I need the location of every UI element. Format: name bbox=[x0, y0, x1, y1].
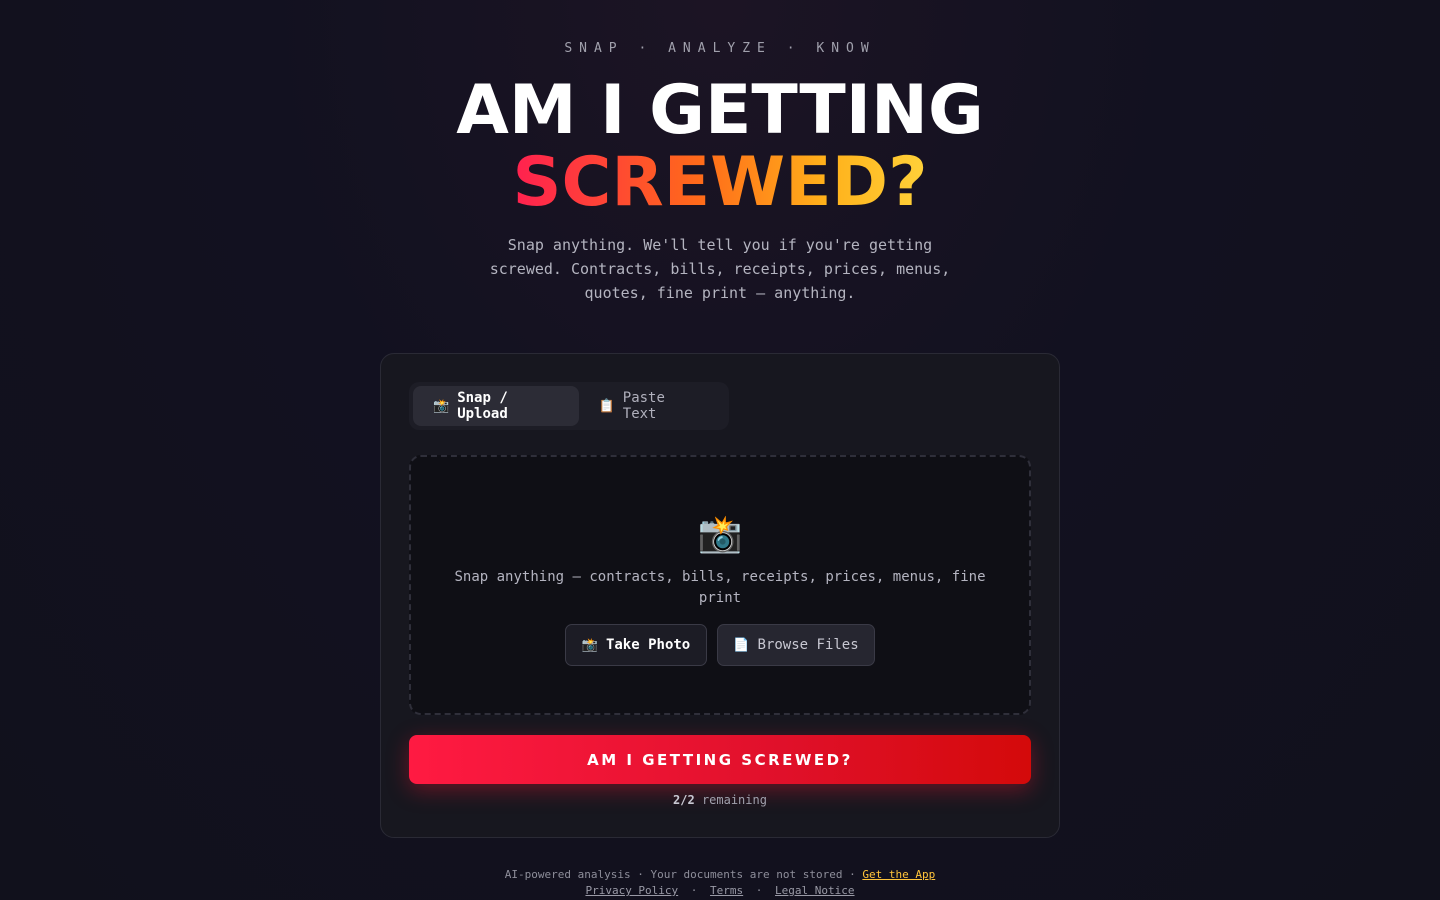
legal-notice-link[interactable]: Legal Notice bbox=[775, 884, 854, 897]
footer-separator: · bbox=[690, 884, 698, 897]
document-icon: 📄 bbox=[733, 637, 750, 653]
footer-links: Privacy Policy · Terms · Legal Notice bbox=[0, 884, 1440, 897]
browse-files-button[interactable]: 📄 Browse Files bbox=[717, 624, 875, 666]
tab-snap-upload[interactable]: 📸 Snap / Upload bbox=[413, 386, 579, 426]
camera-flash-icon: 📸 bbox=[697, 514, 743, 555]
upload-dropzone[interactable]: 📸 Snap anything — contracts, bills, rece… bbox=[409, 455, 1031, 715]
tab-paste-text[interactable]: 📋 Paste Text bbox=[579, 386, 725, 426]
tagline: SNAP · ANALYZE · KNOW bbox=[564, 41, 876, 56]
usage-suffix: remaining bbox=[701, 793, 767, 807]
terms-link[interactable]: Terms bbox=[710, 884, 743, 897]
privacy-policy-link[interactable]: Privacy Policy bbox=[585, 884, 678, 897]
take-photo-label: Take Photo bbox=[605, 637, 691, 653]
tab-label: Paste Text bbox=[622, 390, 665, 422]
camera-flash-icon: 📸 bbox=[433, 398, 450, 414]
footer-text: AI-powered analysis · Your documents are… bbox=[504, 868, 856, 881]
camera-flash-icon: 📸 bbox=[581, 637, 598, 653]
footer-info: AI-powered analysis · Your documents are… bbox=[0, 868, 1440, 881]
dropzone-hint: Snap anything — contracts, bills, receip… bbox=[454, 569, 986, 606]
analyze-button[interactable]: AM I GETTING SCREWED? bbox=[409, 735, 1031, 784]
usage-remaining: 2/2 remaining bbox=[381, 793, 1059, 807]
take-photo-button[interactable]: 📸 Take Photo bbox=[565, 624, 707, 666]
clipboard-icon: 📋 bbox=[598, 398, 615, 414]
browse-files-label: Browse Files bbox=[757, 637, 859, 653]
subtitle: Snap anything. We'll tell you if you're … bbox=[489, 236, 951, 302]
usage-count: 2/2 bbox=[673, 793, 695, 807]
footer-separator: · bbox=[755, 884, 763, 897]
input-mode-tabs: 📸 Snap / Upload 📋 Paste Text bbox=[409, 382, 729, 430]
page-title-line2: SCREWED? bbox=[0, 146, 1440, 220]
analyze-card: 📸 Snap / Upload 📋 Paste Text 📸 Snap anyt… bbox=[380, 353, 1060, 838]
page-title-highlight: SCREWED? bbox=[512, 143, 928, 222]
get-app-link[interactable]: Get the App bbox=[862, 868, 935, 881]
page-title-line1: AM I GETTING bbox=[456, 71, 984, 150]
tab-label: Snap / Upload bbox=[457, 390, 508, 422]
